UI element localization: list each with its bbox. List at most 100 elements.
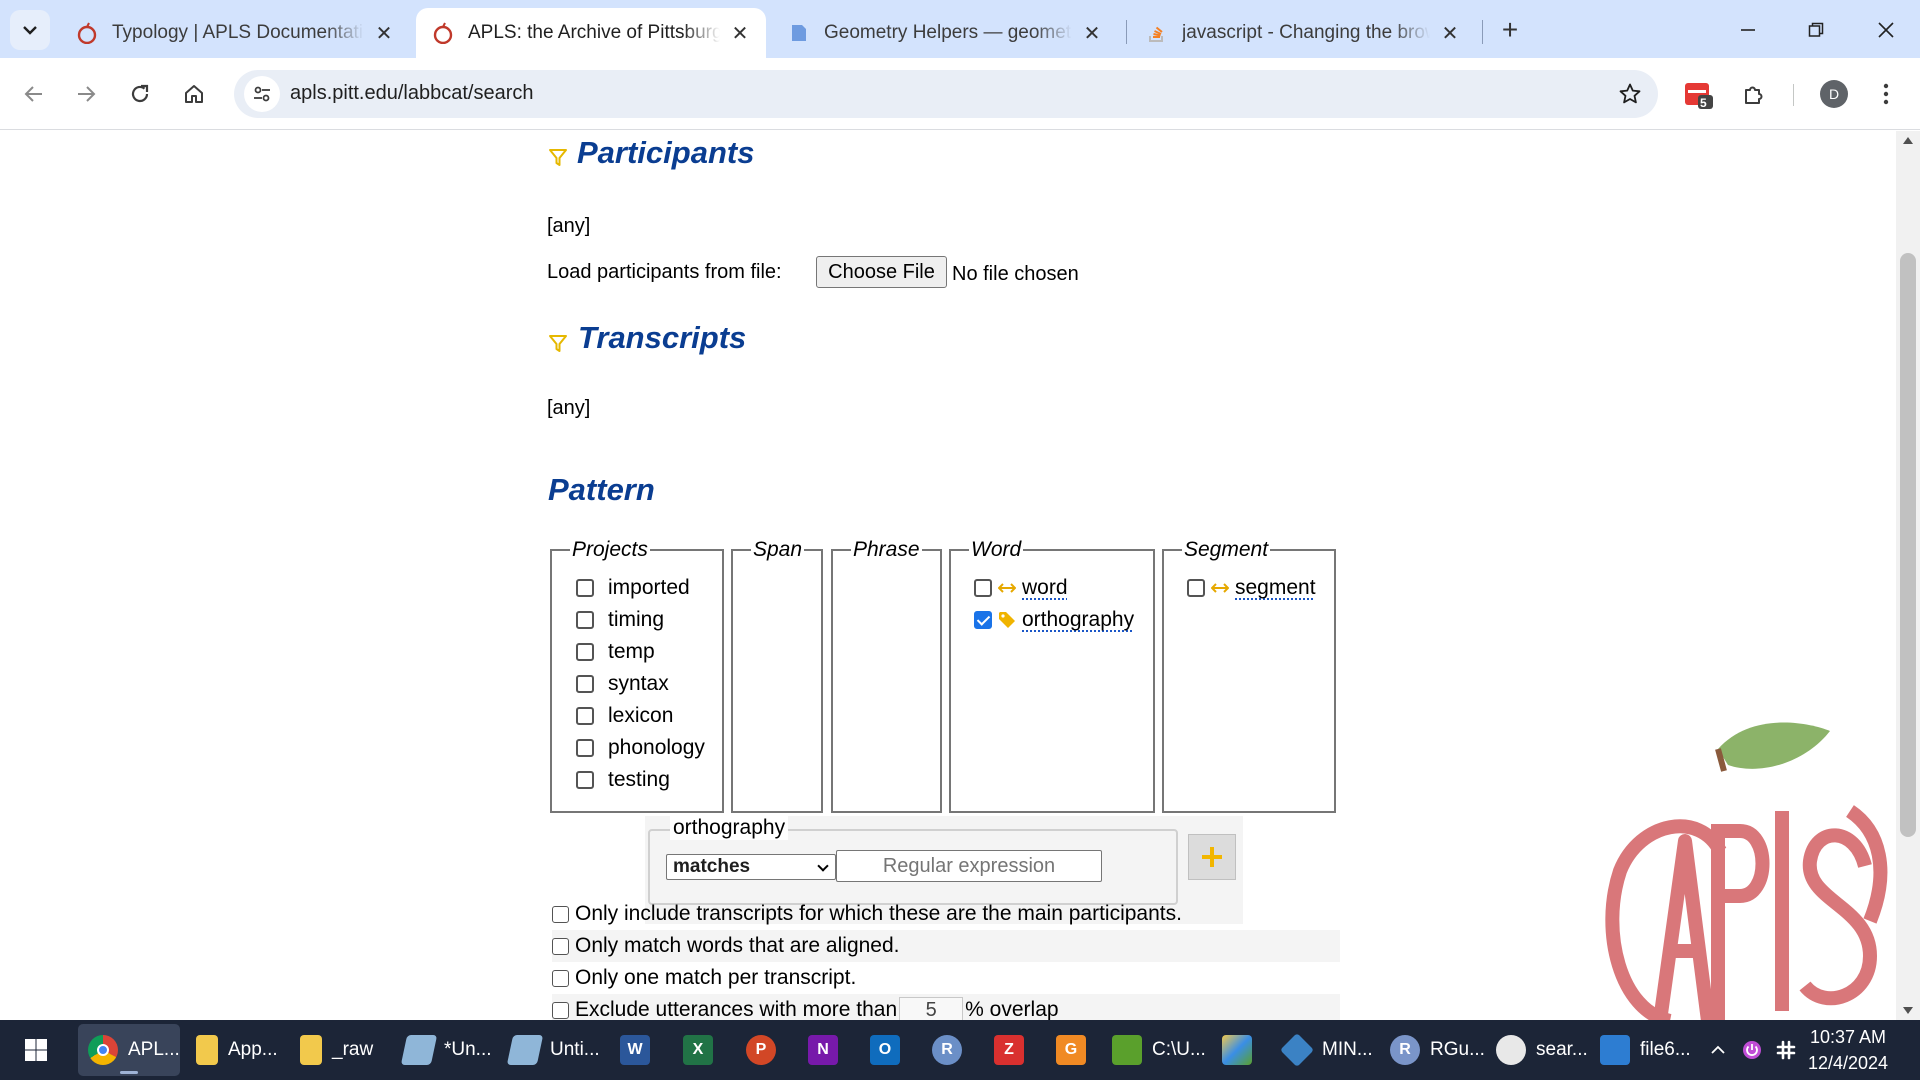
url-text[interactable]: apls.pitt.edu/labbcat/search [290,82,534,105]
layer-checkbox[interactable] [576,579,594,597]
taskbar-explorer-app[interactable]: App... [196,1024,286,1076]
taskbar-excel[interactable]: X [683,1024,723,1076]
layer-word[interactable]: word [974,576,1068,600]
taskbar-powerpoint[interactable]: P [746,1024,786,1076]
overlap-input[interactable]: 5 [899,997,964,1020]
extension-button[interactable]: 5 [1678,74,1718,114]
back-button[interactable] [14,74,54,114]
minimize-icon [1741,29,1755,31]
scroll-up-icon[interactable] [1903,137,1913,144]
chevron-down-icon [817,860,829,872]
filter-icon[interactable] [548,334,568,354]
active-indicator [120,1071,138,1074]
taskbar-notepad-1[interactable]: *Un... [400,1024,500,1076]
taskbar-word[interactable]: W [620,1024,660,1076]
close-icon[interactable]: ✕ [1438,21,1462,45]
forward-button[interactable] [66,74,106,114]
layer-checkbox[interactable] [576,707,594,725]
layer-imported[interactable]: imported [576,576,690,600]
taskbar-notepad-2[interactable]: Unti... [506,1024,606,1076]
option-checkbox[interactable] [552,937,569,955]
layer-orthography[interactable]: orthography [974,608,1134,632]
layer-label[interactable]: orthography [1022,608,1134,632]
tab-apls[interactable]: APLS: the Archive of Pittsburgh ✕ [416,8,766,58]
taskbar-pdf[interactable]: G [1056,1024,1096,1076]
close-icon[interactable]: ✕ [372,21,396,45]
span-group: Span [731,538,823,813]
minimize-button[interactable] [1718,8,1778,52]
address-bar[interactable]: apls.pitt.edu/labbcat/search [234,70,1658,118]
layer-segment[interactable]: segment [1187,576,1316,600]
browser-menu-button[interactable] [1866,74,1906,114]
start-button[interactable] [14,1024,58,1076]
tab-title: APLS: the Archive of Pittsburgh [468,22,720,43]
site-info-button[interactable] [244,76,280,112]
layer-checkbox[interactable] [576,771,594,789]
taskbar-rgui[interactable]: R RGu... [1390,1024,1486,1076]
profile-avatar[interactable]: D [1820,80,1848,108]
taskbar-cmd[interactable]: C:\U... [1112,1024,1208,1076]
page-scrollbar[interactable] [1896,131,1920,1020]
projects-legend: Projects [572,538,648,561]
filter-icon[interactable] [548,148,568,168]
tab-stackoverflow[interactable]: javascript - Changing the brows ✕ [1130,8,1476,58]
layer-syntax[interactable]: syntax [576,672,669,696]
layer-checkbox[interactable] [576,675,594,693]
taskbar-minitab[interactable]: MIN... [1280,1024,1378,1076]
layer-checkbox[interactable] [1187,579,1205,597]
layer-checkbox[interactable] [576,611,594,629]
taskbar-chrome[interactable]: APL... [78,1024,180,1076]
layer-temp[interactable]: temp [576,640,655,664]
option-exclude-overlap[interactable]: Exclude utterances with more than 5 % ov… [552,994,1340,1020]
chrome-icon [88,1035,118,1065]
page-content: Participants [any] Load participants fro… [0,131,1896,1020]
option-checkbox[interactable] [552,905,569,923]
layer-checkbox[interactable] [974,579,992,597]
tab-geometry-helpers[interactable]: Geometry Helpers — geometry ✕ [772,8,1118,58]
tab-search-button[interactable] [10,10,50,50]
tab-typology[interactable]: Typology | APLS Documentation ✕ [60,8,410,58]
home-button[interactable] [174,74,214,114]
new-tab-button[interactable]: + [1494,14,1526,46]
option-aligned-only[interactable]: Only match words that are aligned. [552,930,1340,962]
taskbar-outlook[interactable]: O [870,1024,910,1076]
layer-checkbox[interactable] [576,739,594,757]
taskbar-zotero[interactable]: Z [994,1024,1034,1076]
option-checkbox[interactable] [552,969,569,987]
tray-app[interactable] [1738,1024,1766,1076]
layer-checkbox[interactable] [576,643,594,661]
option-one-per-transcript[interactable]: Only one match per transcript. [552,962,1340,994]
taskbar-label: APL... [128,1039,180,1060]
scroll-down-icon[interactable] [1903,1007,1913,1014]
layer-testing[interactable]: testing [576,768,670,792]
taskbar-paint[interactable] [1222,1024,1262,1076]
option-main-participants[interactable]: Only include transcripts for which these… [552,898,1340,930]
restore-button[interactable] [1786,8,1846,52]
layer-checkbox[interactable] [974,611,992,629]
layer-timing[interactable]: timing [576,608,664,632]
option-checkbox[interactable] [552,1001,569,1019]
system-clock[interactable]: 10:37 AM 12/4/2024 [1788,1024,1908,1076]
extensions-menu-button[interactable] [1734,74,1774,114]
layer-label[interactable]: word [1022,576,1068,600]
regex-input[interactable]: Regular expression [836,850,1102,882]
taskbar-onenote[interactable]: N [808,1024,848,1076]
bookmark-star-button[interactable] [1616,80,1644,108]
scrollbar-thumb[interactable] [1900,253,1916,837]
taskbar-file[interactable]: file6... [1600,1024,1700,1076]
add-column-button[interactable] [1188,834,1236,880]
tray-overflow[interactable] [1706,1024,1730,1076]
layer-label[interactable]: segment [1235,576,1316,600]
choose-file-button[interactable]: Choose File [816,256,947,288]
reload-button[interactable] [120,74,160,114]
layer-lexicon[interactable]: lexicon [576,704,673,728]
close-icon[interactable]: ✕ [1080,21,1104,45]
close-icon[interactable]: ✕ [728,21,752,45]
taskbar-explorer-raw[interactable]: _raw [300,1024,390,1076]
apple-favicon-icon [432,22,454,44]
taskbar-r[interactable]: R [932,1024,972,1076]
taskbar-search-app[interactable]: sear... [1496,1024,1594,1076]
layer-phonology[interactable]: phonology [576,736,705,760]
operator-select[interactable]: matches [666,854,836,880]
close-window-button[interactable] [1856,8,1916,52]
